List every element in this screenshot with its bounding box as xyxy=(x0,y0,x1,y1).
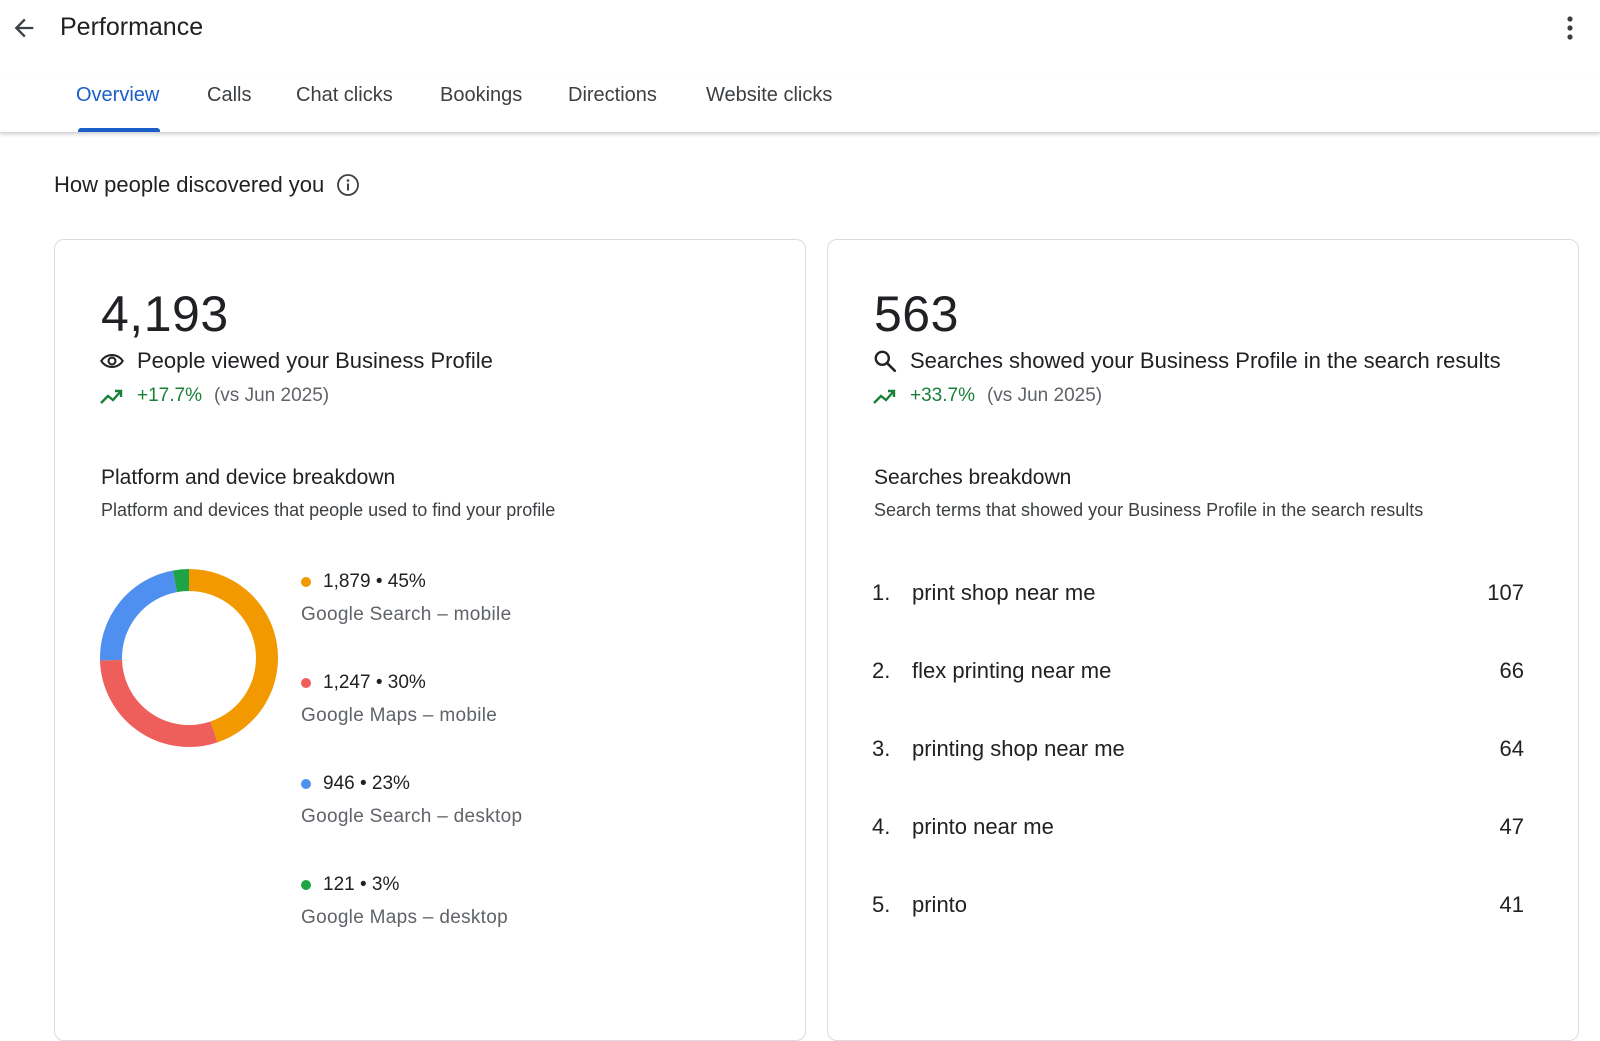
searches-card: 563 Searches showed your Business Profil… xyxy=(827,239,1579,1041)
legend-dot xyxy=(301,577,311,587)
search-terms-list: 1. print shop near me 107 2. flex printi… xyxy=(872,580,1524,970)
device-legend: 1,879 • 45% Google Search – mobile 1,247… xyxy=(301,570,522,974)
donut-segment xyxy=(188,569,278,743)
search-term-row: 5. printo 41 xyxy=(872,892,1524,970)
legend-name: Google Maps – mobile xyxy=(301,705,498,726)
profile-views-trend: +17.7% (vs Jun 2025) xyxy=(99,385,329,407)
profile-views-total: 4,193 xyxy=(101,286,229,342)
info-icon[interactable] xyxy=(336,172,362,198)
legend-name: Google Maps – desktop xyxy=(301,907,508,928)
search-count: 64 xyxy=(1499,736,1524,761)
search-term: flex printing near me xyxy=(912,658,1112,683)
legend-dot xyxy=(301,880,311,890)
section-header: How people discovered you xyxy=(54,172,362,198)
profile-views-label: People viewed your Business Profile xyxy=(137,348,493,373)
legend-dot xyxy=(301,678,311,688)
tab-overview[interactable]: Overview xyxy=(76,84,159,132)
tab-chat-clicks[interactable]: Chat clicks xyxy=(296,84,393,132)
breakdown-title: Platform and device breakdown xyxy=(101,466,396,489)
donut-segment xyxy=(100,570,178,661)
searches-breakdown-description: Search terms that showed your Business P… xyxy=(874,500,1424,520)
legend-dot xyxy=(301,779,311,789)
searches-trend: +33.7% (vs Jun 2025) xyxy=(872,385,1102,407)
legend-name: Google Search – mobile xyxy=(301,604,512,625)
breakdown-description: Platform and devices that people used to… xyxy=(101,500,556,520)
trend-percentage: +33.7% xyxy=(910,385,975,406)
donut-segment xyxy=(100,659,218,747)
device-donut-chart xyxy=(100,569,278,747)
page-title: Performance xyxy=(60,13,204,41)
donut-segment xyxy=(172,569,190,593)
trend-percentage: +17.7% xyxy=(137,385,202,406)
legend-item: 1,879 • 45% Google Search – mobile xyxy=(301,570,522,671)
legend-item: 946 • 23% Google Search – desktop xyxy=(301,772,522,873)
search-icon xyxy=(874,350,897,373)
search-rank: 3. xyxy=(872,736,891,761)
legend-item: 1,247 • 30% Google Maps – mobile xyxy=(301,671,522,772)
searches-label: Searches showed your Business Profile in… xyxy=(910,348,1501,373)
search-term-row: 3. printing shop near me 64 xyxy=(872,736,1524,814)
searches-breakdown-title: Searches breakdown xyxy=(874,466,1072,489)
tab-directions[interactable]: Directions xyxy=(568,84,657,132)
more-vert-icon xyxy=(1567,16,1573,40)
search-term: print shop near me xyxy=(912,580,1096,605)
section-title: How people discovered you xyxy=(54,172,325,197)
trend-comparison: (vs Jun 2025) xyxy=(986,385,1103,406)
search-count: 107 xyxy=(1487,580,1524,605)
search-term: printo xyxy=(912,892,968,917)
search-term: printing shop near me xyxy=(912,736,1125,761)
search-count: 47 xyxy=(1499,814,1524,839)
legend-stat: 1,247 • 30% xyxy=(323,672,426,693)
top-app-bar: Performance xyxy=(0,0,1600,56)
search-rank: 4. xyxy=(872,814,891,839)
trending-up-icon xyxy=(100,389,123,404)
legend-stat: 1,879 • 45% xyxy=(323,571,426,592)
profile-views-label-row: People viewed your Business Profile xyxy=(99,348,493,374)
tab-bar: Overview Calls Chat clicks Bookings Dire… xyxy=(0,74,1600,133)
search-count: 66 xyxy=(1499,658,1524,683)
search-rank: 1. xyxy=(872,580,891,605)
trend-comparison: (vs Jun 2025) xyxy=(213,385,330,406)
legend-name: Google Search – desktop xyxy=(301,806,523,827)
more-options-button[interactable] xyxy=(1558,8,1582,48)
search-rank: 2. xyxy=(872,658,891,683)
active-tab-indicator xyxy=(78,128,160,132)
legend-item: 121 • 3% Google Maps – desktop xyxy=(301,873,522,974)
search-term-row: 4. printo near me 47 xyxy=(872,814,1524,892)
legend-stat: 121 • 3% xyxy=(323,874,400,895)
search-term: printo near me xyxy=(912,814,1054,839)
legend-stat: 946 • 23% xyxy=(323,773,410,794)
back-button[interactable] xyxy=(4,8,44,48)
eye-icon xyxy=(100,354,124,368)
arrow-back-icon xyxy=(14,18,34,38)
search-count: 41 xyxy=(1499,892,1524,917)
search-rank: 5. xyxy=(872,892,891,917)
tab-calls[interactable]: Calls xyxy=(207,84,251,132)
search-term-row: 1. print shop near me 107 xyxy=(872,580,1524,658)
searches-label-row: Searches showed your Business Profile in… xyxy=(872,348,1501,374)
searches-total: 563 xyxy=(874,286,959,342)
profile-views-card: 4,193 People viewed your Business Profil… xyxy=(54,239,806,1041)
tab-bookings[interactable]: Bookings xyxy=(440,84,522,132)
tab-website-clicks[interactable]: Website clicks xyxy=(706,84,832,132)
search-term-row: 2. flex printing near me 66 xyxy=(872,658,1524,736)
trending-up-icon xyxy=(873,389,896,404)
